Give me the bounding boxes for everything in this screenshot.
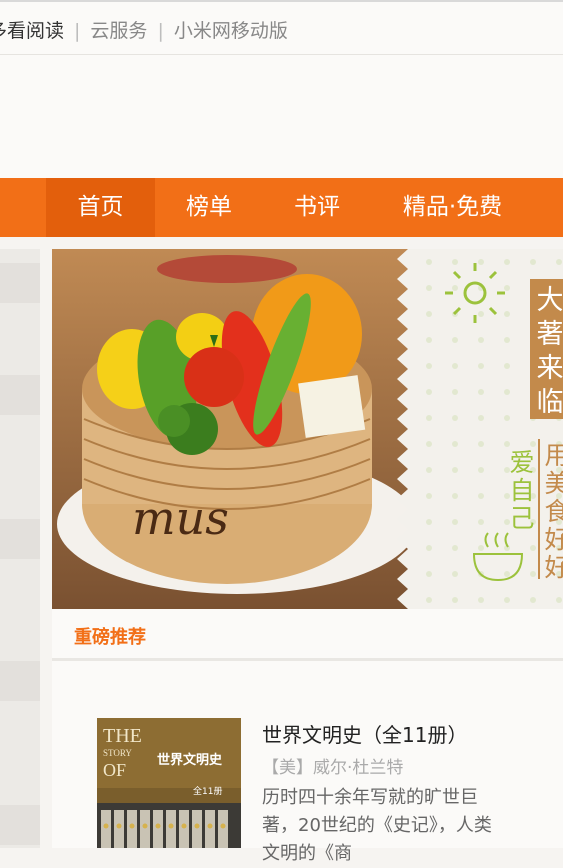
- book-cover[interactable]: THE STORY OF 世界文明史 全11册: [97, 718, 241, 848]
- top-links: 多看阅读 | 云服务 | 小米网移动版: [0, 16, 288, 43]
- sidebar-stripe: [0, 375, 40, 415]
- header-area: [0, 55, 563, 178]
- steamer-text: mus: [132, 491, 229, 545]
- book-cover-image: THE STORY OF 世界文明史 全11册: [97, 718, 241, 848]
- svg-text:THE: THE: [103, 725, 142, 747]
- cover-title: 世界文明史: [157, 752, 223, 768]
- sidebar: [0, 249, 40, 848]
- banner-sub-text-2: 用美食好好: [544, 441, 563, 582]
- banner-sub-text: 爱自己: [509, 448, 534, 533]
- top-links-bar: 多看阅读 | 云服务 | 小米网移动版: [0, 0, 563, 55]
- link-mi-mobile[interactable]: 小米网移动版: [174, 16, 288, 43]
- nav-item-rankings[interactable]: 榜单: [158, 178, 260, 237]
- cover-badge: 全11册: [193, 785, 222, 797]
- main-nav: 首页 榜单 书评 精品·免费: [0, 178, 563, 237]
- book-description: 历时四十余年写就的旷世巨著，20世纪的《史记》，人类文明的《商: [262, 784, 502, 868]
- banner-image: mus 大著来临 爱自己 用美食好好: [52, 249, 563, 609]
- book-author: 【美】威尔·杜兰特: [262, 753, 403, 778]
- svg-text:OF: OF: [103, 760, 126, 780]
- featured-banner[interactable]: mus 大著来临 爱自己 用美食好好: [52, 249, 563, 609]
- sidebar-stripe: [0, 661, 40, 701]
- book-title[interactable]: 世界文明史（全11册）: [262, 719, 467, 748]
- main-panel: mus 大著来临 爱自己 用美食好好: [52, 249, 563, 848]
- sidebar-stripe: [0, 805, 40, 845]
- svg-text:STORY: STORY: [103, 748, 132, 758]
- sidebar-stripe: [0, 519, 40, 559]
- nav-item-home[interactable]: 首页: [46, 178, 155, 237]
- sidebar-stripe: [0, 263, 40, 303]
- section-title: 重磅推荐: [74, 623, 146, 649]
- link-duokan-reading[interactable]: 多看阅读: [0, 16, 64, 43]
- separator: |: [74, 20, 80, 42]
- link-cloud-service[interactable]: 云服务: [90, 16, 147, 43]
- nav-item-premium-free[interactable]: 精品·免费: [385, 178, 520, 237]
- separator: |: [157, 20, 163, 42]
- nav-item-reviews[interactable]: 书评: [265, 178, 369, 237]
